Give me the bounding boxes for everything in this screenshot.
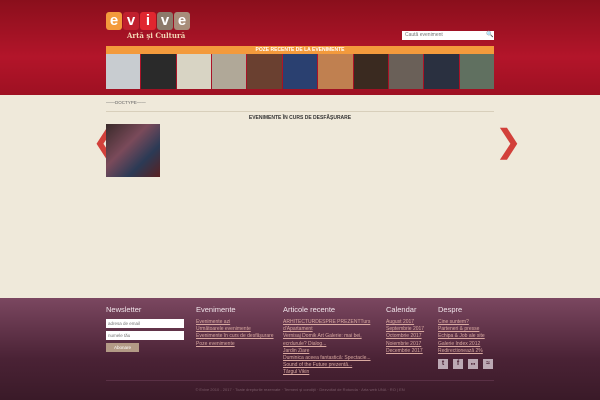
subscribe-button[interactable]: Abonare	[106, 343, 139, 352]
divider	[106, 111, 494, 112]
footer-link[interactable]: Echipa & Job ale site	[438, 333, 493, 340]
photo-thumb[interactable]	[388, 54, 424, 89]
next-arrow-icon[interactable]: ❯	[495, 122, 522, 160]
photo-thumb[interactable]	[282, 54, 318, 89]
footer-link[interactable]: Poze evenimente	[196, 341, 274, 348]
search-input[interactable]	[402, 31, 494, 40]
about-section: Despre Cine suntem? Parteneri & presse E…	[438, 305, 493, 370]
footer-link[interactable]: Târgul Vikin	[283, 369, 371, 376]
photo-thumb[interactable]	[353, 54, 388, 89]
about-title: Despre	[438, 305, 463, 314]
copyright: © Evive 2010 - 2017 · Toate drepturile r…	[195, 387, 405, 392]
logo-letter: v	[123, 12, 139, 30]
footer-link[interactable]: Sound of the Future prezentă...	[283, 362, 371, 369]
footer-link[interactable]: Cine suntem?	[438, 319, 493, 326]
header: e v i v e Artă şi Cultură 🔍 POZE RECENTE…	[0, 0, 600, 95]
footer-link[interactable]: d'Apartament	[283, 326, 371, 333]
footer-link[interactable]: Octombrie 2017	[386, 333, 424, 340]
calendar-title: Calendar	[386, 305, 417, 314]
photo-thumb[interactable]	[141, 54, 176, 89]
articles-section: Articole recente ARHITECTURDESPRE PREZEN…	[283, 305, 371, 377]
strip-title: POZE RECENTE DE LA EVENIMENTE	[106, 46, 494, 54]
newsletter-title: Newsletter	[106, 305, 142, 314]
photo-thumb[interactable]	[318, 54, 353, 89]
photo-thumb[interactable]	[106, 54, 141, 89]
newsletter-section: Newsletter Abonare	[106, 305, 184, 352]
photo-thumb[interactable]	[459, 54, 494, 89]
events-section: Evenimente Evenimente azi Următoarele ev…	[196, 305, 274, 348]
rss-icon[interactable]: ≈	[483, 359, 493, 370]
name-input[interactable]	[106, 331, 184, 340]
facebook-icon[interactable]: f	[453, 359, 463, 370]
logo-letter: e	[174, 12, 190, 30]
recent-photos-strip: POZE RECENTE DE LA EVENIMENTE	[106, 46, 494, 90]
email-input[interactable]	[106, 319, 184, 328]
footer-link[interactable]: Evenimente azi	[196, 319, 274, 326]
search-icon[interactable]: 🔍	[486, 31, 493, 40]
articles-title: Articole recente	[283, 305, 336, 314]
footer-link[interactable]: Evenimente în curs de desfăşurare	[196, 333, 274, 340]
tagline: Artă şi Cultură	[127, 31, 186, 40]
footer-link[interactable]: August 2017	[386, 319, 424, 326]
logo-letter: v	[157, 12, 173, 30]
photo-thumb[interactable]	[247, 54, 282, 89]
footer-link[interactable]: Septembrie 2017	[386, 326, 424, 333]
footer-link[interactable]: Redirectionează 2%	[438, 348, 493, 355]
photo-thumb[interactable]	[176, 54, 212, 89]
logo-letter: i	[140, 12, 156, 30]
logo[interactable]: e v i v e	[106, 12, 190, 30]
twitter-icon[interactable]: t	[438, 359, 448, 370]
doctype-label: ——DOCTYPE——	[106, 100, 146, 105]
footer-link[interactable]: ecrdurule? Dialog...	[283, 341, 371, 348]
footer-link[interactable]: Jardin Ziare	[283, 348, 371, 355]
photo-thumb[interactable]	[424, 54, 459, 89]
footer-divider	[106, 380, 494, 381]
calendar-section: Calendar August 2017 Septembrie 2017 Oct…	[386, 305, 424, 355]
footer-link[interactable]: Duminica aceea fantastică: Spectacle...	[283, 355, 371, 362]
footer-link[interactable]: Parteneri & presse	[438, 326, 493, 333]
event-image[interactable]	[106, 124, 160, 177]
footer-link[interactable]: ARHITECTURDESPRE PREZENTTurs	[283, 319, 371, 326]
logo-letter: e	[106, 12, 122, 30]
photo-thumb[interactable]	[212, 54, 247, 89]
footer-link[interactable]: Vernisaj Domik Art Galerie: mai bei,	[283, 333, 371, 340]
current-events-title: EVENIMENTE ÎN CURS DE DESFĂŞURARE	[248, 115, 352, 121]
flickr-icon[interactable]: ●●	[468, 359, 478, 370]
footer-link[interactable]: Decembrie 2017	[386, 348, 424, 355]
events-title: Evenimente	[196, 305, 236, 314]
footer-link[interactable]: Următoarele evenimente	[196, 326, 274, 333]
footer-link[interactable]: Galerie Index 2012	[438, 341, 493, 348]
footer-link[interactable]: Noiembrie 2017	[386, 341, 424, 348]
